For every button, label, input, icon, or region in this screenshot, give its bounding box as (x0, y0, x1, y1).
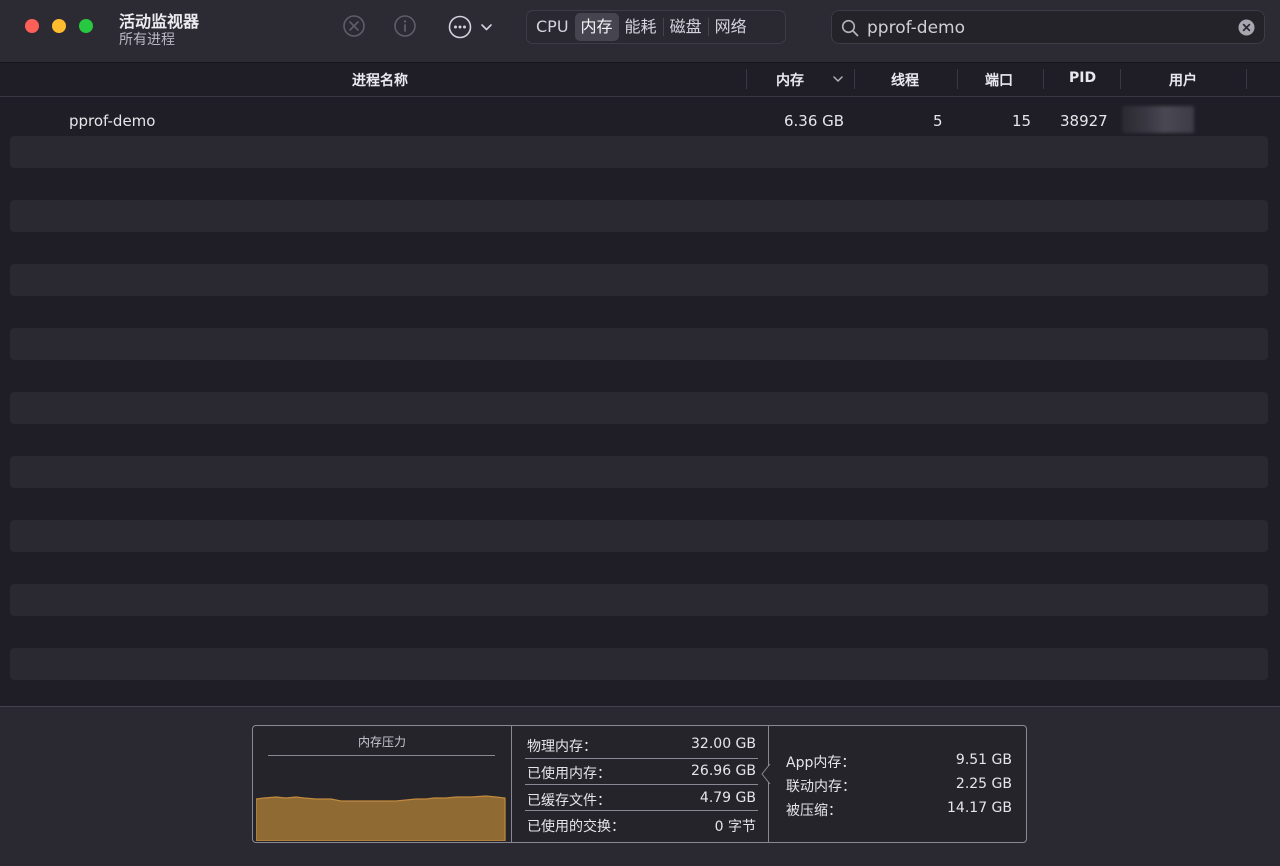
memory-cell: 6.36 GB (784, 112, 845, 130)
tab-energy[interactable]: 能耗 (619, 13, 663, 41)
column-divider[interactable] (746, 69, 747, 89)
column-header-process-name[interactable]: 进程名称 (352, 70, 408, 90)
column-header-ports[interactable]: 端口 (985, 70, 1013, 90)
search-field[interactable]: pprof-demo (831, 10, 1265, 44)
empty-row (10, 328, 1268, 360)
column-divider[interactable] (1043, 69, 1044, 89)
empty-row (10, 392, 1268, 424)
column-divider[interactable] (957, 69, 958, 89)
graph-divider (268, 755, 495, 756)
physical-memory-value: 32.00 GB (691, 736, 756, 752)
column-divider[interactable] (1246, 69, 1247, 89)
column-header-memory[interactable]: 内存 (776, 70, 804, 90)
close-window-button[interactable] (25, 19, 39, 33)
column-header-user[interactable]: 用户 (1169, 70, 1197, 90)
empty-row (10, 648, 1268, 680)
empty-row (10, 136, 1268, 168)
column-header-threads[interactable]: 线程 (891, 70, 919, 90)
wired-memory-value: 2.25 GB (955, 776, 1012, 792)
more-actions-icon[interactable] (446, 14, 498, 40)
empty-row (10, 264, 1268, 296)
threads-cell: 5 (933, 112, 943, 130)
app-memory-label: App内存： (786, 755, 856, 771)
app-memory-value: 9.51 GB (955, 752, 1012, 768)
empty-row (10, 520, 1268, 552)
stop-process-icon[interactable] (342, 14, 366, 38)
compressed-memory-label: 被压缩： (786, 803, 842, 819)
memory-summary: 物理内存： 32.00 GB 已使用内存： 26.96 GB 已缓存文件： 4.… (512, 726, 769, 842)
used-memory-value: 26.96 GB (691, 763, 756, 779)
memory-pressure-graph: 内存压力 (253, 726, 512, 842)
used-memory-row: 已使用内存： 26.96 GB (527, 753, 756, 782)
category-segmented-control: CPU 内存 能耗 磁盘 网络 (526, 10, 786, 44)
user-cell-redacted (1122, 106, 1194, 133)
search-input[interactable]: pprof-demo (867, 18, 965, 38)
info-icon[interactable] (393, 14, 417, 38)
tab-network[interactable]: 网络 (709, 13, 753, 41)
wired-memory-label: 联动内存： (786, 779, 856, 795)
column-divider[interactable] (1120, 69, 1121, 89)
clear-search-icon[interactable] (1238, 19, 1255, 36)
ports-cell: 15 (1012, 112, 1032, 130)
memory-stats-panel: 内存压力 物理内存： 32.00 GB 已使用内存： 26.96 GB 已缓存文… (252, 725, 1027, 843)
tab-disk[interactable]: 磁盘 (664, 13, 708, 41)
zoom-window-button[interactable] (79, 19, 93, 33)
cached-files-row: 已缓存文件： 4.79 GB (527, 780, 756, 809)
column-header-pid[interactable]: PID (1069, 70, 1096, 86)
empty-row (10, 200, 1268, 232)
empty-row (10, 456, 1268, 488)
physical-memory-row: 物理内存： 32.00 GB (527, 726, 756, 755)
minimize-window-button[interactable] (52, 19, 66, 33)
tab-memory[interactable]: 内存 (574, 13, 619, 41)
cached-files-value: 4.79 GB (699, 790, 756, 806)
tab-cpu[interactable]: CPU (530, 13, 575, 41)
graph-title: 内存压力 (357, 735, 406, 749)
memory-pressure-chart (256, 795, 506, 841)
swap-used-row: 已使用的交换： 0 字节 (527, 806, 756, 835)
empty-row (10, 584, 1268, 616)
swap-used-label: 已使用的交换： (527, 819, 625, 835)
compressed-memory-value: 14.17 GB (947, 800, 1012, 816)
pid-cell: 38927 (1060, 112, 1108, 130)
column-divider[interactable] (854, 69, 855, 89)
memory-breakdown: App内存： 9.51 GB 联动内存： 2.25 GB 被压缩： 14.17 … (769, 726, 1026, 842)
sort-descending-icon (833, 76, 843, 82)
table-header: 进程名称 内存 线程 端口 PID 用户 (0, 63, 1280, 97)
process-name-cell[interactable]: pprof-demo (69, 112, 155, 130)
app-subtitle: 所有进程 (119, 32, 175, 48)
swap-used-value: 0 字节 (714, 819, 756, 835)
search-icon (841, 19, 859, 37)
toolbar: 活动监视器 所有进程 CPU 内存 能耗 磁盘 网络 pprof-demo (0, 0, 1280, 63)
